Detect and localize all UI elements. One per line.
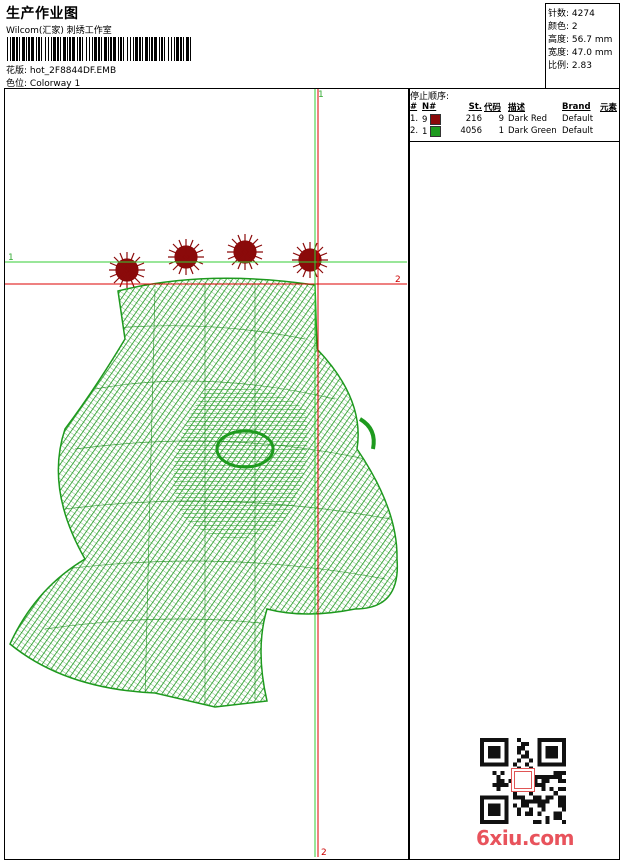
stop-sequence-table: # N# St. 代码 描述 Brand 元素 1. 9 216 9 Dark …: [409, 100, 619, 137]
page-title: 生产作业图: [6, 6, 79, 22]
design-filename: hot_2F8844DF.EMB: [29, 66, 117, 76]
col-desc: 描述: [508, 102, 526, 113]
guide-label-h1: 1: [8, 253, 14, 263]
guide-label-v2: 2: [321, 848, 327, 857]
color-swatch-green: [430, 125, 442, 137]
qr-logo-stamp: [511, 768, 535, 792]
col-stitches: St.: [468, 101, 482, 112]
stat-scale: 比例: 2.83: [548, 61, 592, 71]
stat-colors: 颜色: 2: [548, 22, 578, 32]
table-row: 1. 9 216 9 Dark Red Default: [410, 113, 594, 125]
col-element: 元素: [600, 102, 618, 113]
barcode: [7, 37, 191, 61]
production-worksheet: { "header": { "title": "生产作业图", "company…: [0, 0, 620, 860]
table-header-row: # N# St. 代码 描述 Brand 元素: [409, 100, 619, 113]
col-num: #: [410, 101, 418, 112]
col-needle: N#: [422, 101, 437, 112]
crown-dot: [226, 233, 264, 271]
crown-dot: [291, 241, 329, 279]
guide-label-h2: 2: [395, 275, 401, 285]
green-head-motif: [9, 277, 399, 708]
color-swatch-red: [430, 113, 442, 125]
design-file-row: 花版: hot_2F8844DF.EMB: [6, 63, 116, 76]
stat-height: 高度: 56.7 mm: [548, 35, 613, 45]
ear-detail: [358, 417, 376, 450]
crown-dot: [167, 238, 205, 276]
table-row: 2. 1 4056 1 Dark Green Default: [410, 125, 594, 137]
embroidery-preview: 1 2 1 2: [5, 89, 407, 857]
watermark: 6xiu.com: [476, 826, 574, 850]
table-divider: [409, 141, 619, 142]
company-name: Wilcom(汇家) 刺绣工作室: [6, 26, 112, 36]
col-brand: Brand: [562, 101, 591, 112]
guide-label-v1: 1: [318, 90, 324, 100]
stat-width: 宽度: 47.0 mm: [548, 48, 613, 58]
design-label: 花版:: [6, 66, 28, 76]
crown-dot: [109, 252, 145, 288]
col-code: 代码: [484, 102, 502, 113]
stat-stitch-count: 针数: 4274: [548, 9, 595, 19]
